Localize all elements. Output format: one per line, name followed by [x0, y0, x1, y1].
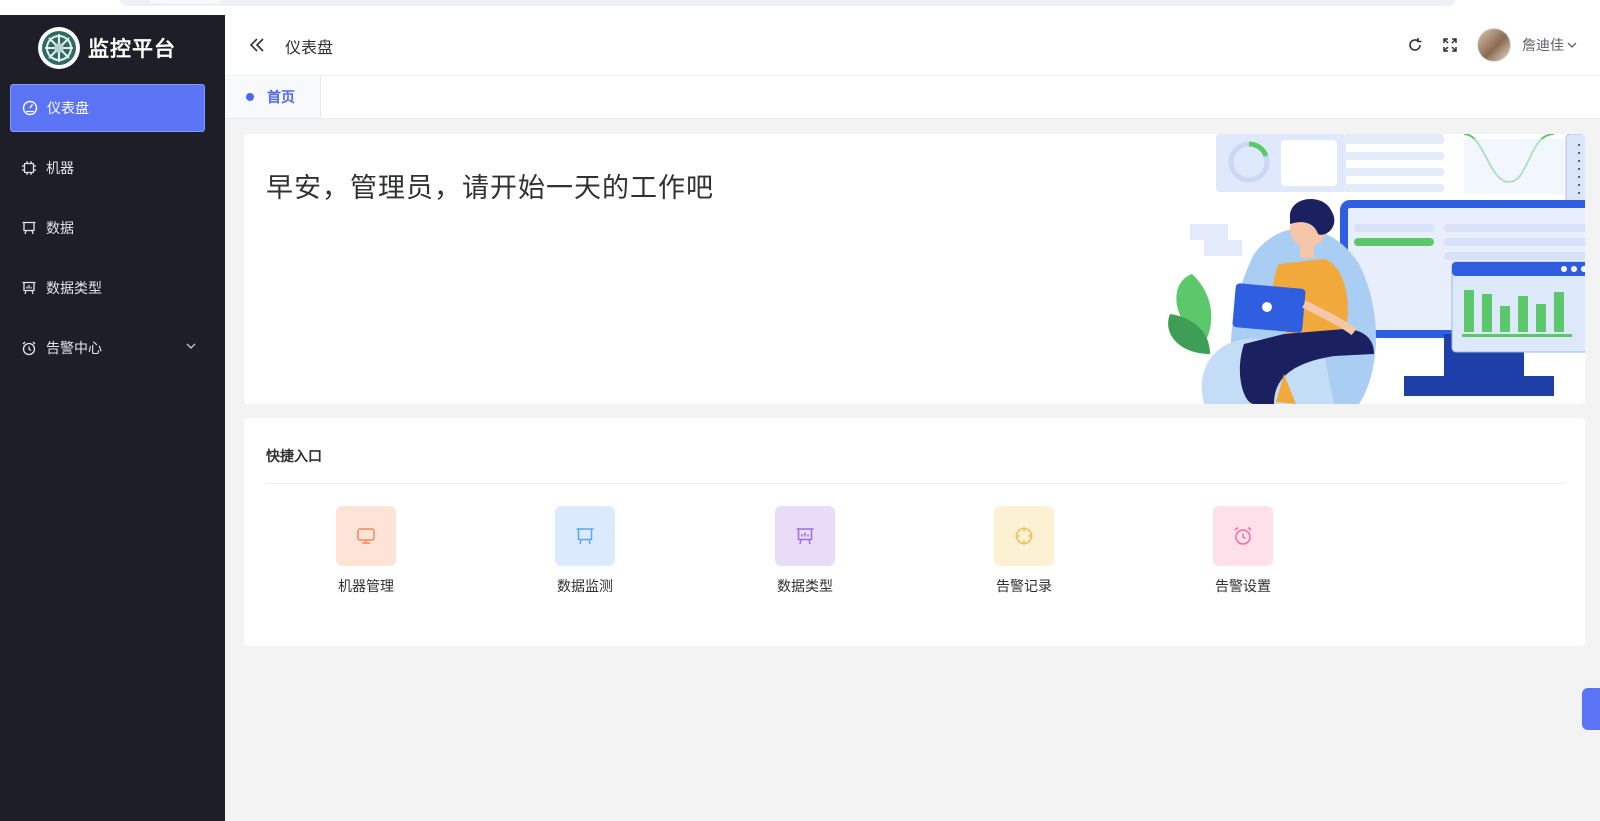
avatar[interactable]: [1477, 28, 1511, 62]
quick-entry-title: 快捷入口: [266, 449, 322, 465]
alarm-clock-icon: [1213, 506, 1273, 566]
quick-item-label: 数据监测: [557, 579, 613, 595]
chart-board-icon: [775, 506, 835, 566]
top-header: 仪表盘 詹迪佳: [225, 15, 1600, 76]
quick-entry-card: 快捷入口 机器管理 数据监测 数据类型 告警记录 告警设置: [244, 418, 1585, 646]
monitor-icon: [336, 506, 396, 566]
quick-item-alarm-settings[interactable]: 告警设置: [1203, 506, 1283, 596]
quick-item-data-monitoring[interactable]: 数据监测: [545, 506, 625, 596]
address-bar-tab: [150, 0, 222, 3]
browser-top-strip: [0, 0, 1600, 16]
fullscreen-icon[interactable]: [1440, 35, 1460, 55]
refresh-icon[interactable]: [1405, 35, 1425, 55]
dashboard-icon: [21, 99, 39, 117]
sidebar-item-label: 数据: [46, 221, 74, 237]
active-dot: [246, 93, 254, 101]
board-icon: [555, 506, 615, 566]
collapse-icon[interactable]: [247, 35, 267, 55]
breadcrumb: 仪表盘: [285, 38, 334, 57]
target-icon: [994, 506, 1054, 566]
welcome-card: 早安，管理员，请开始一天的工作吧 </>: [244, 134, 1585, 404]
quick-item-data-types[interactable]: 数据类型: [765, 506, 845, 596]
quick-item-label: 数据类型: [777, 579, 833, 595]
sidebar-item-machines[interactable]: 机器: [10, 144, 205, 192]
sidebar: 监控平台 仪表盘 机器 数据 数据类型 告警中心: [0, 15, 225, 821]
tabs-bar: 首页: [225, 76, 1600, 119]
logo-icon: [38, 27, 80, 69]
divider: [266, 483, 1565, 484]
chart-board-icon: [20, 279, 38, 297]
address-bar: [120, 0, 1455, 6]
sidebar-item-label: 数据类型: [46, 281, 102, 297]
sidebar-item-label: 告警中心: [46, 341, 102, 357]
chevron-down-icon: [1566, 39, 1578, 51]
welcome-greeting: 早安，管理员，请开始一天的工作吧: [266, 173, 714, 204]
quick-item-alarm-records[interactable]: 告警记录: [984, 506, 1064, 596]
sidebar-item-label: 仪表盘: [47, 101, 89, 117]
sidebar-item-alarm-center[interactable]: 告警中心: [10, 324, 205, 372]
tab-home[interactable]: 首页: [225, 76, 321, 118]
quick-item-machine-management[interactable]: 机器管理: [326, 506, 406, 596]
chevron-down-icon[interactable]: [185, 340, 197, 356]
alarm-clock-icon: [20, 339, 38, 357]
floating-settings-button[interactable]: [1582, 688, 1600, 730]
quick-item-label: 机器管理: [338, 579, 394, 595]
quick-item-label: 告警设置: [1215, 579, 1271, 595]
tab-label: 首页: [267, 90, 295, 106]
workspace-illustration: </>: [1168, 134, 1585, 404]
sidebar-item-label: 机器: [46, 161, 74, 177]
user-menu[interactable]: 詹迪佳: [1522, 35, 1578, 55]
sidebar-item-dashboard[interactable]: 仪表盘: [10, 84, 205, 132]
sidebar-item-data[interactable]: 数据: [10, 204, 205, 252]
app-title: 监控平台: [88, 37, 176, 61]
sidebar-item-data-types[interactable]: 数据类型: [10, 264, 205, 312]
quick-item-label: 告警记录: [996, 579, 1052, 595]
cpu-icon: [20, 159, 38, 177]
board-icon: [20, 219, 38, 237]
username: 詹迪佳: [1522, 38, 1564, 54]
logo[interactable]: 监控平台: [38, 27, 176, 69]
